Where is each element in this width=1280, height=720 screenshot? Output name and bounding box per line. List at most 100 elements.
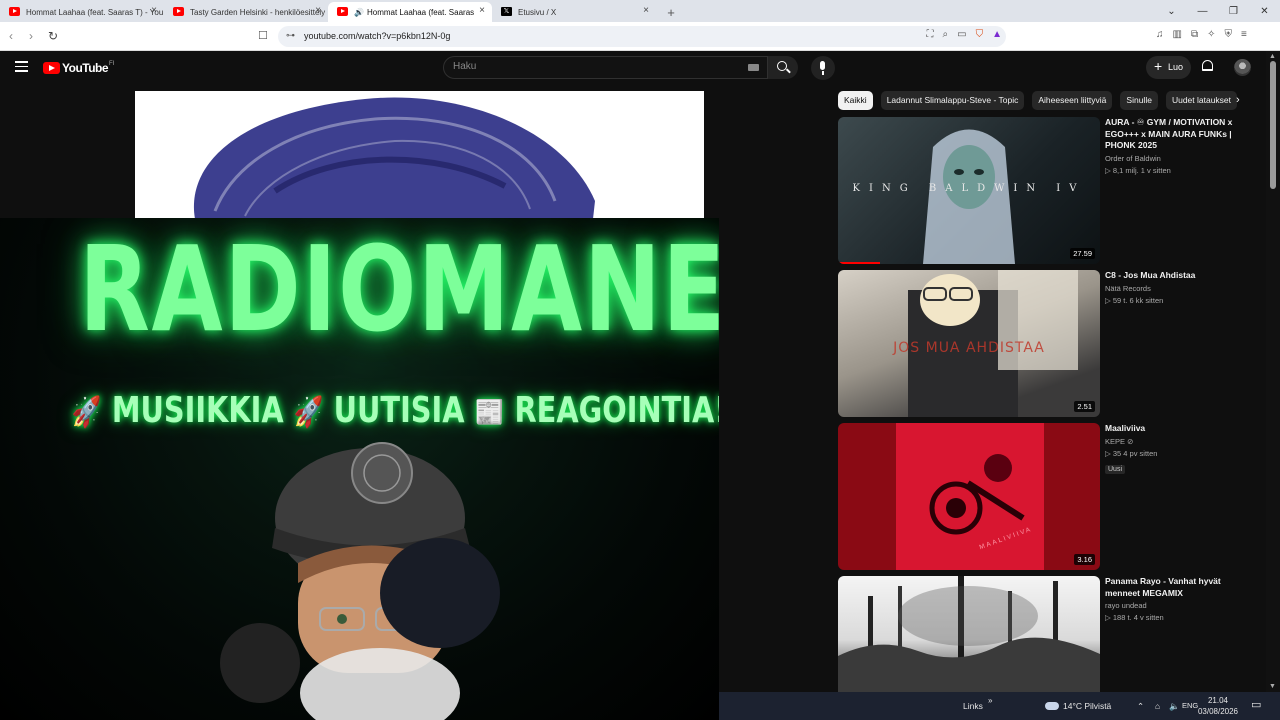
chip-all[interactable]: Kaikki xyxy=(838,91,873,110)
channel-name[interactable]: Nätä Records xyxy=(1105,284,1255,293)
recommended-video[interactable]: JOS MUA AHDISTAA 2.51 C8 - Jos Mua Ahdis… xyxy=(838,270,1258,418)
new-tab-button[interactable]: + xyxy=(656,2,686,22)
forward-icon[interactable]: › xyxy=(29,29,33,43)
keyboard-icon[interactable] xyxy=(748,64,759,71)
speaker-icon[interactable]: 🔊 xyxy=(354,8,364,17)
create-button[interactable]: Luo xyxy=(1146,55,1192,79)
chevron-right-icon[interactable]: › xyxy=(1236,94,1240,106)
filter-chips: Kaikki Ladannut Slimalappu-Steve - Topic… xyxy=(838,91,1256,111)
overlay-item: MUSIIKKIA xyxy=(111,390,284,431)
youtube-icon xyxy=(173,7,184,16)
bookmark-icon[interactable]: ☐ xyxy=(258,29,268,42)
video-thumbnail[interactable]: MAALIVIIVA 3.16 xyxy=(838,423,1100,570)
network-icon[interactable]: ⌂ xyxy=(1155,701,1160,711)
video-title[interactable]: C8 - Jos Mua Ahdistaa xyxy=(1105,270,1255,282)
close-window-button[interactable]: ✕ xyxy=(1249,0,1280,22)
weather-widget[interactable]: 14°C Pilvistä xyxy=(1045,701,1111,711)
site-info-icon[interactable]: ⊶ xyxy=(286,30,295,41)
thumbnail-art xyxy=(838,576,1100,692)
video-player[interactable] xyxy=(135,91,704,219)
split-view-icon[interactable]: ⧉ xyxy=(1191,29,1198,40)
recommended-video[interactable]: Panama Rayo - Vanhat hyvät menneet MEGAM… xyxy=(838,576,1258,692)
close-tab-icon[interactable]: × xyxy=(643,5,649,16)
streamer-avatar xyxy=(220,442,500,720)
search-button[interactable] xyxy=(768,56,798,79)
youtube-play-icon xyxy=(43,62,60,74)
browser-tab[interactable]: Hommat Laahaa (feat. Saaras T) - You × xyxy=(0,2,164,22)
chip-new-uploads[interactable]: Uudet lataukset xyxy=(1165,91,1238,110)
shield-icon[interactable]: ⛨ xyxy=(1224,29,1232,40)
recommended-video[interactable]: MAALIVIIVA 3.16 Maaliviiva KEPE ⊘ ▷ 35 4… xyxy=(838,423,1258,571)
new-badge: Uusi xyxy=(1105,464,1126,474)
video-meta: AURA - ♾ GYM / MOTIVATION x EGO+++ x MAI… xyxy=(1105,117,1255,175)
browser-tab[interactable]: Tasty Garden Helsinki - henkilöesittely … xyxy=(164,2,328,22)
browser-toolbar: ‹ › ↻ ☐ ⊶ youtube.com/watch?v=p6kbn12N-0… xyxy=(0,22,1280,51)
scroll-up-icon[interactable]: ▲ xyxy=(1269,53,1276,60)
scroll-down-icon[interactable]: ▼ xyxy=(1269,683,1276,690)
translate-icon[interactable]: ⛶ xyxy=(927,29,934,40)
volume-icon[interactable]: 🔈 xyxy=(1169,701,1180,712)
triangle-icon[interactable]: ▲ xyxy=(992,29,1002,40)
video-stats: ▷ 59 t. 6 kk sitten xyxy=(1105,295,1164,305)
video-thumbnail[interactable]: JOS MUA AHDISTAA 2.51 xyxy=(838,270,1100,417)
video-stats: ▷ 35 4 pv sitten xyxy=(1105,448,1158,458)
taskbar-clock[interactable]: 21.04 03/08/2026 xyxy=(1196,695,1240,717)
menu-icon[interactable] xyxy=(15,61,28,72)
clock-time: 21.04 xyxy=(1207,696,1229,705)
address-bar[interactable]: ⊶ youtube.com/watch?v=p6kbn12N-0g ⛶ ⌕ ▭ … xyxy=(278,26,1006,47)
search-box xyxy=(443,56,768,79)
zoom-icon[interactable]: ⌕ xyxy=(943,29,949,40)
browser-tab[interactable]: 𝕏 Etusivu / X × xyxy=(492,2,656,22)
channel-name[interactable]: rayo undead xyxy=(1105,601,1255,610)
extension-icons: ♫ ▥ ⧉ ✧ ⛨ ≡ xyxy=(1156,29,1247,40)
video-meta: C8 - Jos Mua Ahdistaa Nätä Records ▷ 59 … xyxy=(1105,270,1255,305)
overlay-item: REAGOINTIA! xyxy=(514,390,720,431)
sparkle-icon[interactable]: ✧ xyxy=(1207,29,1215,40)
video-title[interactable]: AURA - ♾ GYM / MOTIVATION x EGO+++ x MAI… xyxy=(1105,117,1255,152)
browser-tab-active[interactable]: 🔊 Hommat Laahaa (feat. Saaras × xyxy=(328,2,492,22)
youtube-header: YouTube FI Luo xyxy=(0,51,1266,85)
voice-search-button[interactable] xyxy=(811,56,835,80)
links-toolbar[interactable]: Links xyxy=(963,701,983,711)
music-icon[interactable]: ♫ xyxy=(1156,29,1164,40)
reload-icon[interactable]: ↻ xyxy=(48,29,58,43)
close-tab-icon[interactable]: × xyxy=(151,5,157,16)
tab-search-icon[interactable]: ⌄ xyxy=(1156,0,1187,22)
overlay-item: UUTISIA xyxy=(333,390,465,431)
video-thumbnail[interactable]: KING BALDWIN IV 27.59 xyxy=(838,117,1100,264)
restore-button[interactable]: ❐ xyxy=(1218,0,1249,22)
url-text[interactable]: youtube.com/watch?v=p6kbn12N-0g xyxy=(304,31,450,41)
recommended-video[interactable]: KING BALDWIN IV 27.59 AURA - ♾ GYM / MOT… xyxy=(838,117,1258,265)
minimize-button[interactable]: — xyxy=(1187,0,1218,22)
video-meta: Panama Rayo - Vanhat hyvät menneet MEGAM… xyxy=(1105,576,1255,622)
youtube-logo[interactable]: YouTube FI xyxy=(43,61,114,75)
close-tab-icon[interactable]: × xyxy=(315,5,321,16)
chevron-icon[interactable]: » xyxy=(988,696,992,705)
duration-badge: 2.51 xyxy=(1074,401,1095,412)
search-input[interactable] xyxy=(453,61,733,72)
shield-icon[interactable]: ⛉ xyxy=(976,29,984,40)
channel-name[interactable]: KEPE ⊘ xyxy=(1105,437,1255,446)
cast-icon[interactable]: ▭ xyxy=(957,29,966,40)
video-thumbnail[interactable] xyxy=(838,576,1100,692)
video-title[interactable]: Maaliviiva xyxy=(1105,423,1255,435)
notifications-icon[interactable] xyxy=(1202,60,1213,71)
x-icon: 𝕏 xyxy=(501,7,512,16)
chip-for-you[interactable]: Sinulle xyxy=(1120,91,1158,110)
overlay-title: RADIOMANE xyxy=(79,220,719,358)
close-tab-icon[interactable]: × xyxy=(479,5,485,16)
sidebar-icon[interactable]: ▥ xyxy=(1173,29,1182,40)
duration-badge: 3.16 xyxy=(1074,554,1095,565)
chip-related[interactable]: Aiheeseen liittyviä xyxy=(1032,91,1113,110)
channel-name[interactable]: Order of Baldwin xyxy=(1105,154,1255,163)
notification-center-icon[interactable]: ▭ xyxy=(1251,698,1261,711)
video-title[interactable]: Panama Rayo - Vanhat hyvät menneet MEGAM… xyxy=(1105,576,1255,599)
avatar[interactable] xyxy=(1234,59,1251,76)
windows-taskbar: Links » 14°C Pilvistä ⌃ ⌂ 🔈 ENG 21.04 03… xyxy=(719,692,1280,720)
scrollbar-thumb[interactable] xyxy=(1270,61,1276,189)
chip-channel[interactable]: Ladannut Slimalappu-Steve - Topic xyxy=(880,91,1025,110)
back-icon[interactable]: ‹ xyxy=(9,29,13,43)
menu-icon[interactable]: ≡ xyxy=(1241,29,1247,40)
chevron-up-icon[interactable]: ⌃ xyxy=(1137,701,1144,712)
page-scrollbar[interactable]: ▲ ▼ xyxy=(1266,51,1280,694)
